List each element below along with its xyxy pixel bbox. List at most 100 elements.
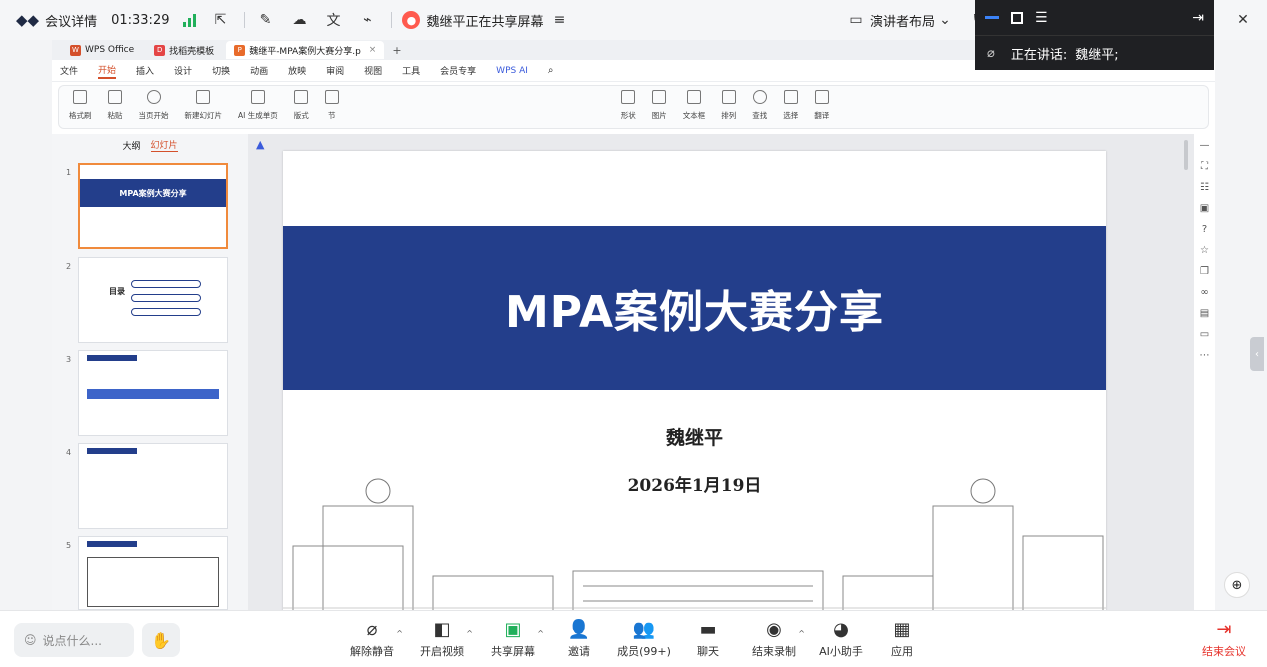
cloud-icon[interactable]: ☁ — [289, 10, 309, 30]
ai-generate-button[interactable]: AI 生成单页 — [238, 90, 278, 121]
menu-review[interactable]: 审阅 — [326, 64, 344, 77]
menu-view[interactable]: 视图 — [364, 64, 382, 77]
pen-off-icon[interactable]: ⌁ — [357, 10, 377, 30]
current-slide[interactable]: MPA案例大赛分享 魏继平 2026年1月19日 — [283, 151, 1106, 610]
slide-thumb-2[interactable]: 目录 — [78, 257, 228, 343]
slide-thumb-3[interactable] — [78, 350, 228, 436]
textbox-button[interactable]: 文本框 — [683, 90, 705, 121]
vertical-scrollbar[interactable] — [1184, 140, 1188, 170]
layout-button[interactable]: 版式 — [294, 90, 309, 121]
comment-icon[interactable]: ▭ — [1200, 329, 1209, 340]
translate-icon[interactable]: 文 — [323, 10, 343, 30]
adjust-icon[interactable]: ☷ — [1200, 182, 1209, 193]
menu-wps-ai[interactable]: WPS AI — [496, 66, 528, 76]
menu-insert[interactable]: 插入 — [136, 64, 154, 77]
invite-button[interactable]: 👤 邀请 — [544, 615, 614, 665]
meeting-details[interactable]: 会议详情 — [45, 11, 97, 30]
emoji-icon[interactable]: ☺ — [24, 633, 37, 647]
campus-sketch-image — [283, 478, 1106, 610]
share-screen-button[interactable]: ▣ ^ 共享屏幕 — [478, 615, 548, 665]
menu-tools[interactable]: 工具 — [402, 64, 420, 77]
chevron-up-icon[interactable]: ^ — [466, 629, 473, 638]
select-button[interactable]: 选择 — [783, 90, 798, 121]
slide-title[interactable]: MPA案例大赛分享 — [505, 276, 884, 340]
tab-presentation[interactable]: P 魏继平-MPA案例大赛分享.p × — [226, 41, 385, 59]
picture-button[interactable]: 图片 — [652, 90, 667, 121]
slide-thumb-1[interactable]: MPA案例大赛分享 — [78, 163, 228, 249]
speaker-panel[interactable]: ☰ ⇥ ⌀ 正在讲话: 魏继平; — [975, 0, 1214, 70]
chat-button[interactable]: ▬ 聊天 — [673, 615, 743, 665]
tab-slides[interactable]: 幻灯片 — [150, 138, 178, 152]
paste-button[interactable]: 粘贴 — [108, 90, 123, 121]
menu-animation[interactable]: 动画 — [250, 64, 268, 77]
end-meeting-button[interactable]: ⇥ 结束会议 — [1194, 615, 1254, 665]
sharing-status[interactable]: 魏继平正在共享屏幕 — [426, 11, 543, 30]
favorite-icon[interactable]: ☆ — [1200, 245, 1209, 256]
thumb-number: 2 — [66, 262, 72, 271]
start-slideshow-button[interactable]: 当页开始 — [139, 90, 169, 121]
speaking-name: 魏继平; — [1075, 47, 1119, 63]
speaking-label: 正在讲话: — [1010, 47, 1068, 63]
close-tab-icon[interactable]: × — [369, 45, 377, 55]
mic-off-icon: ⌀ — [366, 618, 378, 640]
slide-canvas[interactable]: ▲ MPA案例大赛分享 魏继平 2026年1月19日 — [248, 134, 1194, 610]
close-icon[interactable]: ✕ — [1233, 10, 1253, 30]
link-icon[interactable]: ∞ — [1200, 287, 1208, 298]
copy-icon[interactable]: ❐ — [1200, 266, 1209, 277]
ai-assistant-button[interactable]: ◕ AI小助手 — [806, 615, 876, 665]
object-icon[interactable]: ⛶ — [1201, 161, 1208, 172]
arrange-button[interactable]: 排列 — [721, 90, 736, 121]
layout-icon[interactable]: ▭ — [846, 10, 866, 30]
menu-home[interactable]: 开始 — [98, 63, 117, 79]
menu-slideshow[interactable]: 放映 — [288, 64, 306, 77]
slide-thumb-5[interactable] — [78, 536, 228, 610]
help-icon[interactable]: ? — [1202, 224, 1207, 235]
slide-author[interactable]: 魏继平 — [283, 423, 1106, 450]
chevron-up-icon[interactable]: ^ — [537, 629, 544, 638]
new-tab-icon[interactable]: + — [392, 44, 401, 57]
more-icon[interactable]: ⋯ — [1200, 350, 1210, 361]
shape-button[interactable]: 形状 — [621, 90, 636, 121]
signal-icon[interactable] — [183, 13, 197, 27]
menu-transition[interactable]: 切换 — [212, 64, 230, 77]
popout-icon[interactable]: ⇱ — [210, 10, 230, 30]
tab-wps-office[interactable]: W WPS Office — [62, 41, 142, 59]
minimize-icon[interactable] — [985, 16, 999, 19]
section-button[interactable]: 节 — [324, 90, 339, 121]
list-icon[interactable]: ☰ — [1035, 10, 1048, 26]
find-button[interactable]: 查找 — [752, 90, 767, 121]
menu-icon[interactable]: ≡ — [550, 10, 570, 30]
minimize-icon[interactable]: — — [1200, 140, 1210, 151]
unmute-button[interactable]: ⌀ ^ 解除静音 — [337, 615, 407, 665]
tab-templates[interactable]: D 找稻壳模板 — [146, 41, 222, 59]
slide-thumb-4[interactable] — [78, 443, 228, 529]
layout-selector[interactable]: 演讲者布局 — [870, 11, 935, 30]
thumb-number: 5 — [66, 541, 72, 550]
new-slide-button[interactable]: 新建幻灯片 — [185, 90, 222, 121]
chevron-down-icon[interactable]: ⌄ — [935, 10, 955, 30]
annotate-icon[interactable]: ✎ — [255, 10, 275, 30]
apps-button[interactable]: ▦ 应用 — [867, 615, 937, 665]
collapse-panel-button[interactable]: ‹ — [1250, 337, 1264, 371]
window-icon[interactable] — [1011, 11, 1023, 24]
search-icon[interactable]: ⌕ — [548, 65, 554, 76]
translate-button[interactable]: 翻译 — [814, 90, 829, 121]
image-tool-icon[interactable]: ▣ — [1200, 203, 1209, 214]
book-icon[interactable]: ▤ — [1200, 308, 1209, 319]
meeting-timer: 01:33:29 — [111, 12, 170, 28]
start-video-button[interactable]: ◧ ^ 开启视频 — [407, 615, 477, 665]
members-button[interactable]: 👥 成员(99+) — [609, 615, 679, 665]
collapse-panel-icon[interactable]: ⇥ — [1192, 10, 1204, 26]
zoom-in-icon[interactable]: ⊕ — [1224, 572, 1250, 598]
chevron-up-icon[interactable]: ^ — [396, 629, 403, 638]
chevron-up-icon[interactable]: ^ — [798, 629, 805, 638]
wps-ai-icon[interactable]: ▲ — [256, 138, 264, 151]
format-painter-button[interactable]: 格式刷 — [69, 90, 92, 121]
menu-design[interactable]: 设计 — [174, 64, 192, 77]
raise-hand-button[interactable]: ✋ — [142, 623, 180, 657]
tab-outline[interactable]: 大纲 — [122, 139, 140, 152]
menu-file[interactable]: 文件 — [60, 64, 78, 77]
stop-recording-button[interactable]: ◉ ^ 结束录制 — [739, 615, 809, 665]
menu-member[interactable]: 会员专享 — [440, 64, 476, 77]
chat-input[interactable]: ☺ 说点什么... — [14, 623, 134, 657]
